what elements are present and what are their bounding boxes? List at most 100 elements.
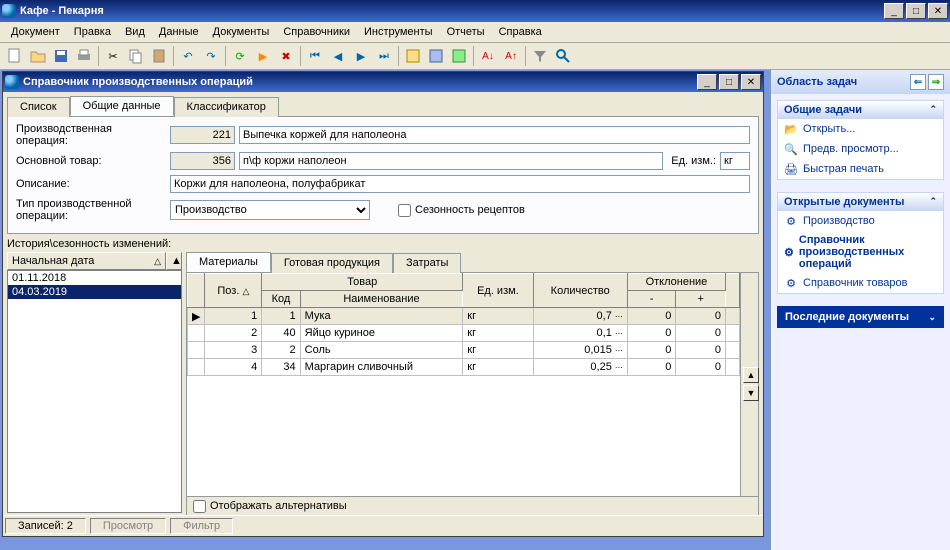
preview-icon: 🔍 xyxy=(784,142,798,156)
col-name[interactable]: Наименование xyxy=(300,291,463,308)
prev-icon[interactable]: ◀ xyxy=(327,45,349,67)
menu-document[interactable]: Документ xyxy=(4,24,67,40)
menu-tools[interactable]: Инструменты xyxy=(357,24,440,40)
col-qty[interactable]: Количество xyxy=(533,274,627,308)
tp-link-open[interactable]: 📂Открыть... xyxy=(778,119,943,139)
tp-doc-0[interactable]: ⚙Производство xyxy=(778,211,943,231)
doc-icon: ⚙ xyxy=(784,214,798,228)
uom-field[interactable] xyxy=(720,152,750,170)
last-icon[interactable]: ⏭ xyxy=(373,45,395,67)
redo-icon[interactable]: ↷ xyxy=(200,45,222,67)
scroll-up-icon[interactable]: ▲ xyxy=(166,252,182,270)
menu-data[interactable]: Данные xyxy=(152,24,206,40)
op-id-field[interactable] xyxy=(170,126,235,144)
tp-link-print[interactable]: 🖨Быстрая печать xyxy=(778,159,943,179)
next-icon[interactable]: ▶ xyxy=(350,45,372,67)
close-button[interactable]: ✕ xyxy=(928,3,948,19)
mdi-minimize-button[interactable]: _ xyxy=(697,74,717,90)
doc-icon: ⚙ xyxy=(784,245,794,259)
mdi-maximize-button[interactable]: □ xyxy=(719,74,739,90)
collapse-icon[interactable]: ⌃ xyxy=(929,196,937,208)
new-icon[interactable] xyxy=(4,45,26,67)
op-label: Производственная операция: xyxy=(16,123,166,147)
list-item[interactable]: 04.03.2019 xyxy=(8,285,181,299)
refresh-icon[interactable]: ⟳ xyxy=(229,45,251,67)
menu-view[interactable]: Вид xyxy=(118,24,152,40)
paste-icon[interactable] xyxy=(148,45,170,67)
find-icon[interactable] xyxy=(552,45,574,67)
recent-docs-button[interactable]: Последние документы⌄ xyxy=(777,306,944,328)
type-select[interactable]: Производство xyxy=(170,200,370,220)
stop-icon[interactable]: ✖ xyxy=(275,45,297,67)
tool2-icon[interactable] xyxy=(425,45,447,67)
col-plus[interactable]: + xyxy=(676,291,726,308)
tool1-icon[interactable] xyxy=(402,45,424,67)
product-name-field[interactable] xyxy=(239,152,663,170)
filter-icon[interactable] xyxy=(529,45,551,67)
tabs-top: Список Общие данные Классификатор xyxy=(3,92,763,116)
open-icon[interactable] xyxy=(27,45,49,67)
tab-list[interactable]: Список xyxy=(7,97,70,117)
tool3-icon[interactable] xyxy=(448,45,470,67)
sort-asc-icon[interactable]: A↓ xyxy=(477,45,499,67)
op-name-field[interactable] xyxy=(239,126,750,144)
product-id-field[interactable] xyxy=(170,152,235,170)
col-uom[interactable]: Ед. изм. xyxy=(463,274,533,308)
col-code[interactable]: Код xyxy=(262,291,300,308)
tab-classifier[interactable]: Классификатор xyxy=(174,97,279,117)
season-checkbox[interactable] xyxy=(398,204,411,217)
uom-label: Ед. изм.: xyxy=(671,155,716,167)
printer-icon: 🖨 xyxy=(784,162,798,176)
type-label: Тип производственной операции: xyxy=(16,198,166,222)
mdi-close-button[interactable]: ✕ xyxy=(741,74,761,90)
maximize-button[interactable]: □ xyxy=(906,3,926,19)
move-up-button[interactable]: ▲ xyxy=(743,367,759,383)
col-pos[interactable]: Поз. △ xyxy=(205,274,262,308)
menu-edit[interactable]: Правка xyxy=(67,24,118,40)
tab-costs[interactable]: Затраты xyxy=(393,253,462,273)
desc-field[interactable] xyxy=(170,175,750,193)
run-icon[interactable]: ▶ xyxy=(252,45,274,67)
tp-s1-title: Общие задачи xyxy=(784,104,862,116)
menu-help[interactable]: Справка xyxy=(492,24,549,40)
first-icon[interactable]: ⏮ xyxy=(304,45,326,67)
menu-documents[interactable]: Документы xyxy=(206,24,277,40)
col-product[interactable]: Товар xyxy=(262,274,463,291)
copy-icon[interactable] xyxy=(125,45,147,67)
tp-doc-2[interactable]: ⚙Справочник товаров xyxy=(778,273,943,293)
collapse-icon[interactable]: ⌃ xyxy=(929,104,937,116)
tp-doc-1[interactable]: ⚙Справочник производственных операций xyxy=(778,231,943,273)
history-list[interactable]: 01.11.2018 04.03.2019 xyxy=(7,270,182,513)
tab-materials[interactable]: Материалы xyxy=(186,252,271,272)
undo-icon[interactable]: ↶ xyxy=(177,45,199,67)
tp-fwd-icon[interactable]: ⇒ xyxy=(928,74,944,90)
tab-products[interactable]: Готовая продукция xyxy=(271,253,393,273)
col-minus[interactable]: - xyxy=(627,291,676,308)
table-row[interactable]: 32Солькг0,015 ⋯00 xyxy=(188,342,740,359)
taskpane-title: Область задач xyxy=(777,76,857,88)
toolbar: ✂ ↶ ↷ ⟳ ▶ ✖ ⏮ ◀ ▶ ⏭ A↓ A↑ xyxy=(0,43,950,70)
alt-checkbox[interactable] xyxy=(193,500,206,513)
menu-reports[interactable]: Отчеты xyxy=(440,24,492,40)
product-label: Основной товар: xyxy=(16,155,166,167)
table-row[interactable]: 434Маргарин сливочныйкг0,25 ⋯00 xyxy=(188,359,740,376)
tp-back-icon[interactable]: ⇐ xyxy=(910,74,926,90)
move-down-button[interactable]: ▼ xyxy=(743,385,759,401)
sort-desc-icon[interactable]: A↑ xyxy=(500,45,522,67)
tp-link-preview[interactable]: 🔍Предв. просмотр... xyxy=(778,139,943,159)
list-item[interactable]: 01.11.2018 xyxy=(8,271,181,285)
menu-ref[interactable]: Справочники xyxy=(276,24,357,40)
tp-s2-title: Открытые документы xyxy=(784,196,904,208)
cut-icon[interactable]: ✂ xyxy=(102,45,124,67)
save-icon[interactable] xyxy=(50,45,72,67)
menubar: Документ Правка Вид Данные Документы Спр… xyxy=(0,22,950,43)
minimize-button[interactable]: _ xyxy=(884,3,904,19)
table-row[interactable]: ▶11Мукакг0,7 ⋯00 xyxy=(188,308,740,325)
sort-indicator-icon[interactable]: △ xyxy=(154,256,161,267)
table-row[interactable]: 240Яйцо куриноекг0,1 ⋯00 xyxy=(188,325,740,342)
status-view[interactable]: Просмотр xyxy=(90,518,166,534)
col-dev[interactable]: Отклонение xyxy=(627,274,725,291)
print-icon[interactable] xyxy=(73,45,95,67)
tab-general[interactable]: Общие данные xyxy=(70,96,174,116)
status-filter[interactable]: Фильтр xyxy=(170,518,233,534)
